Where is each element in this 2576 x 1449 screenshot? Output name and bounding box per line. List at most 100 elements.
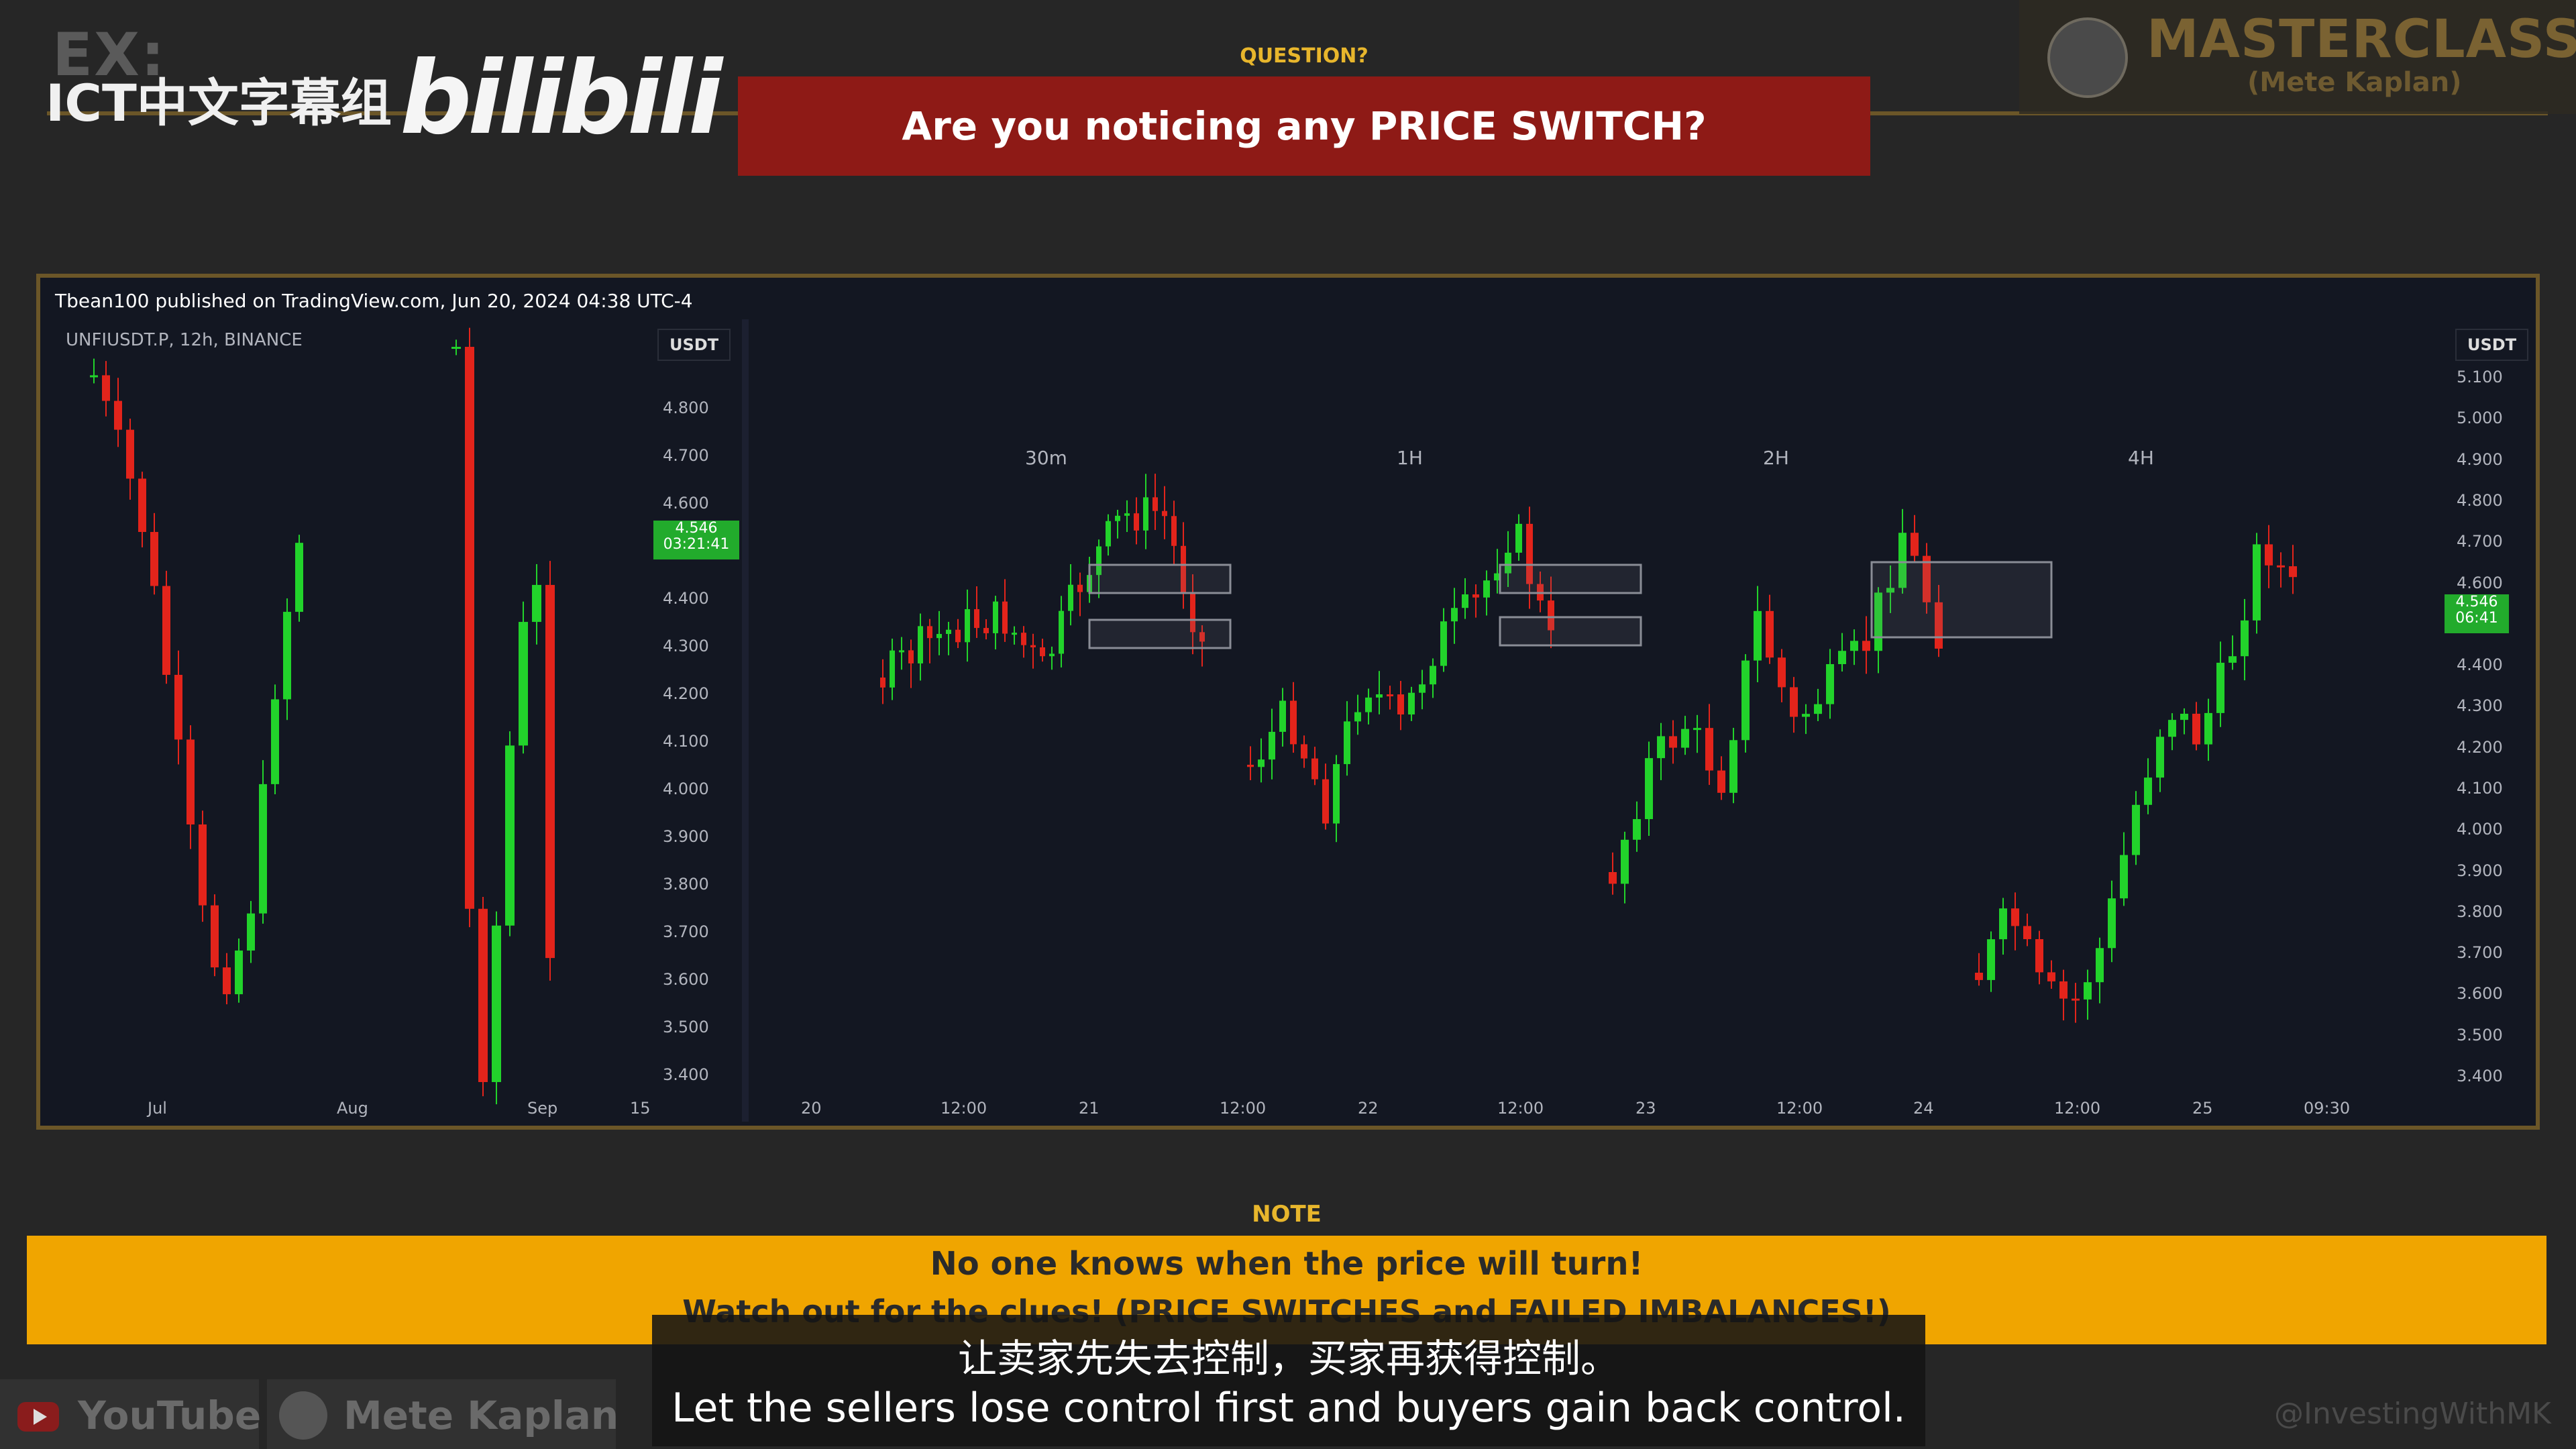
left-y-tick: 4.400 [663,589,709,608]
left-y-tick: 3.400 [663,1065,709,1084]
candle-body [211,905,219,968]
candle-body [1705,728,1713,771]
candle-body [1621,839,1629,884]
candle-body [899,650,904,653]
candle-body [1124,513,1130,516]
candle-body [1850,641,1858,651]
left-y-tick: 3.900 [663,827,709,846]
candle-body [1040,647,1045,657]
candle-body [492,925,501,1083]
candle-body [2204,712,2212,745]
left-y-tick: 4.000 [663,780,709,798]
candle-body [1247,765,1254,767]
left-y-tick: 3.600 [663,970,709,989]
candle-body [1333,764,1340,824]
right-price-value: 4.546 [2455,594,2498,610]
candle-body [1397,694,1404,715]
right-y-tick: 3.500 [2457,1026,2503,1044]
candle-body [993,601,998,633]
candle-body [162,586,170,675]
right-price-timer: 06:41 [2455,610,2498,627]
candle-body [138,478,146,532]
candle-body [1451,608,1458,622]
candle-body [1077,584,1083,592]
candle-body [247,913,255,951]
candle-body [90,375,98,378]
left-price-value: 4.546 [675,520,718,537]
candle-body [983,628,989,633]
candle-body [1483,580,1490,598]
candle-body [1012,633,1017,635]
candle-body [505,745,515,926]
timeframe-label-1h: 1H [1397,447,1423,469]
candle-body [2168,720,2176,737]
right-y-tick: 4.300 [2457,696,2503,715]
right-x-tick: 20 [801,1099,822,1118]
imbalance-box [1499,616,1642,647]
imbalance-box [1499,564,1642,594]
timeframe-label-2h: 2H [1763,447,1789,469]
left-currency-label[interactable]: USDT [657,329,731,361]
subtitle-chinese: 让卖家先失去控制，买家再获得控制。 [957,1336,1619,1381]
candle-body [880,678,885,688]
left-y-tick: 4.300 [663,637,709,655]
right-y-tick: 4.100 [2457,779,2503,798]
candle-body [1365,697,1372,712]
candle-body [1766,610,1774,658]
candle-body [1354,712,1361,722]
left-y-tick: 4.200 [663,684,709,703]
candle-body [114,400,122,430]
candle-body [2265,544,2273,566]
candle-body [271,699,279,784]
right-x-tick: 12:00 [2054,1099,2101,1118]
candle-body [1999,908,2007,940]
note-label: NOTE [1252,1201,1322,1228]
candle-body [1609,872,1617,884]
candle-body [199,824,207,906]
candlestick-layer [90,327,2297,1105]
candle-body [927,626,932,639]
right-x-tick: 09:30 [2304,1099,2351,1118]
left-price-timer: 03:21:41 [663,536,730,553]
candle-body [2277,565,2285,568]
right-y-tick: 4.700 [2457,532,2503,551]
left-y-tick: 4.800 [663,398,709,417]
left-y-tick: 4.600 [663,494,709,513]
candle-body [1068,584,1073,611]
candle-body [1657,736,1665,759]
right-x-tick: 23 [1635,1099,1656,1118]
right-y-tick: 3.800 [2457,902,2503,921]
candle-body [1301,744,1307,759]
candle-body [2011,908,2019,926]
candle-body [126,429,134,479]
left-x-tick: Aug [337,1099,368,1118]
candle-body [519,622,528,746]
candle-body [1717,770,1725,793]
candle-body [946,629,951,635]
candle-body [2035,938,2043,973]
left-y-tick: 3.800 [663,875,709,894]
right-currency-label[interactable]: USDT [2455,329,2529,361]
candle-body [1633,819,1641,840]
candle-body [102,375,110,401]
right-x-tick: 22 [1358,1099,1379,1118]
candle-body [478,908,488,1083]
candle-body [1645,758,1653,820]
candle-body [2144,777,2152,805]
right-x-tick: 12:00 [1497,1099,1544,1118]
right-price-tag: 4.546 06:41 [2445,594,2509,633]
candle-body [1322,779,1329,824]
candle-body [918,626,923,663]
candle-body [1408,692,1415,715]
candle-body [1002,601,1008,634]
author-label: Mete Kaplan [343,1393,619,1438]
left-x-tick: Sep [527,1099,558,1118]
candle-body [2108,898,2116,949]
candle-body [955,629,961,643]
social-handle: @InvestingWithMK [2274,1397,2551,1431]
note-line-1: No one knows when the price will turn! [930,1245,1644,1283]
right-y-tick: 4.000 [2457,820,2503,839]
candle-body [1975,973,1983,980]
right-y-tick: 3.700 [2457,943,2503,962]
candle-body [1862,641,1870,651]
